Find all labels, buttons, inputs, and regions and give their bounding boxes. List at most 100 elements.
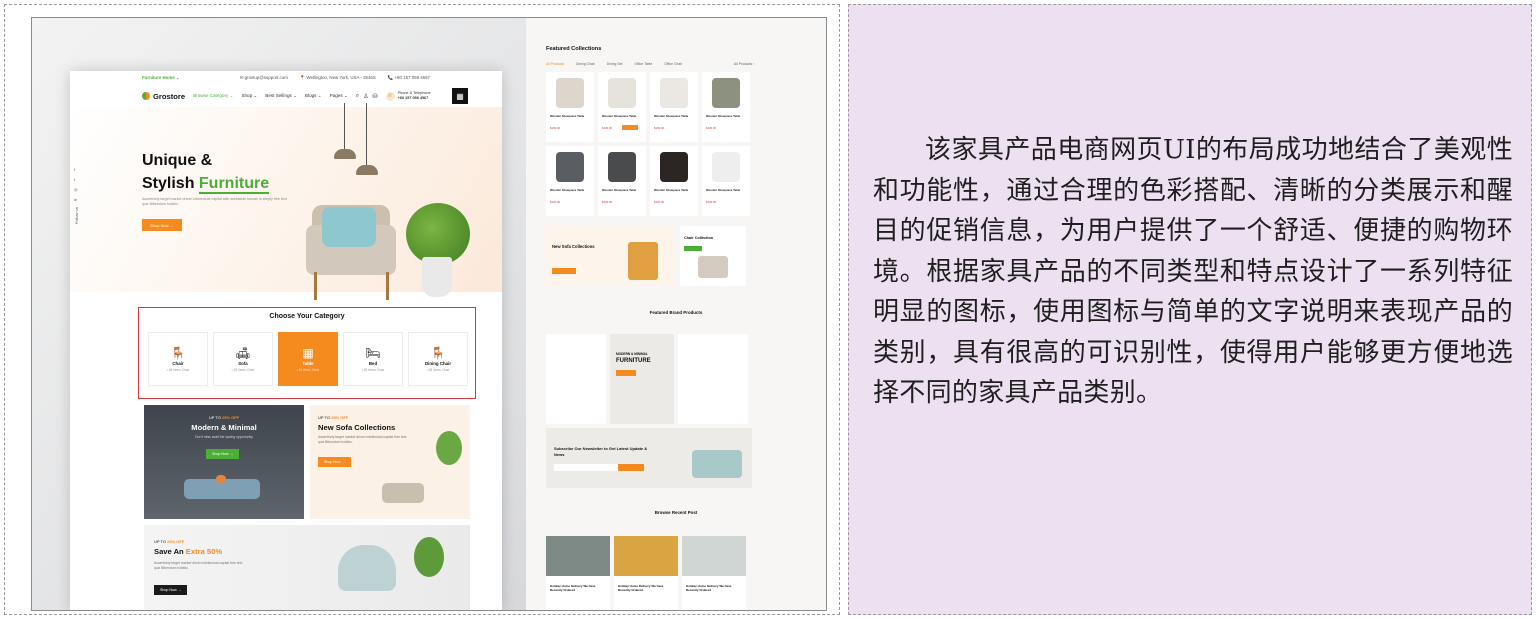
- blog-post-card[interactable]: Holiday Home Delivery We have Recently O…: [614, 536, 678, 610]
- brand-product-list-left: [546, 334, 606, 424]
- menu-grid-button[interactable]: ▦: [452, 88, 468, 104]
- top-phone[interactable]: 📞 +80 157 058 4567: [388, 75, 430, 81]
- nav-best-sellings[interactable]: Best Sellings ⌄: [265, 93, 297, 99]
- tab-dining-chair[interactable]: Dining Chair: [576, 62, 595, 66]
- brand-banner-title: FURNITURE: [616, 358, 651, 364]
- hero-heading-line1: Unique &: [142, 152, 213, 169]
- sofa-collection-promo[interactable]: New Sofa Collections: [546, 226, 676, 286]
- category-name: Sofa: [238, 360, 248, 366]
- product-image: [660, 152, 688, 182]
- facebook-icon[interactable]: f: [74, 167, 79, 172]
- product-card[interactable]: Wooden Showpiece Table $100.00: [598, 72, 646, 142]
- chair-promo-title: Chair Collection: [684, 236, 714, 240]
- category-count: • 28 Items Chair: [166, 367, 190, 372]
- linkedin-icon[interactable]: in: [74, 197, 79, 202]
- product-name: Wooden Showpiece Table: [654, 188, 689, 192]
- plant-pot: [422, 257, 452, 297]
- category-list: 🪑 Chair • 28 Items Chair 🛋 Sofa • 28 Items C…: [148, 332, 468, 386]
- product-card[interactable]: Wooden Showpiece Table $100.00: [702, 146, 750, 216]
- instagram-icon[interactable]: ◎: [74, 187, 79, 192]
- hero-heading: Unique & Stylish Furniture: [142, 149, 270, 195]
- subscribe-button[interactable]: [618, 464, 644, 471]
- banner-shop-now-button[interactable]: Shop Now →: [154, 585, 188, 595]
- product-image: [712, 152, 740, 182]
- blog-post-card[interactable]: Holiday Home Delivery We have Recently O…: [546, 536, 610, 610]
- nav-pages[interactable]: Pages ⌄: [330, 93, 348, 99]
- cart-icon[interactable]: ⛁: [373, 93, 378, 100]
- product-price: $100.00: [654, 200, 665, 204]
- banner-shop-now-button[interactable]: Shop Now →: [206, 449, 240, 459]
- pendant-lamp-icon: [356, 165, 378, 175]
- banner-kicker: UP TO 25% OFF: [318, 415, 349, 420]
- product-card[interactable]: Wooden Showpiece Table $100.00: [702, 72, 750, 142]
- all-products-link[interactable]: All Products ›: [734, 62, 754, 66]
- product-card[interactable]: Wooden Showpiece Table $100.00: [546, 72, 594, 142]
- newsletter-section: Subscribe Our Newsletter to Get Latest U…: [546, 428, 752, 488]
- twitter-icon[interactable]: t: [74, 177, 79, 182]
- pendant-lamp-cord: [366, 103, 367, 165]
- nav-shop[interactable]: Shop ⌄: [241, 93, 257, 99]
- featured-collections-title: Featured Collections: [546, 46, 602, 52]
- modern-minimal-banner[interactable]: UP TO 25% OFF Modern & Minimal Don't mis…: [144, 405, 304, 519]
- product-card[interactable]: Wooden Showpiece Table $100.00: [546, 146, 594, 216]
- product-price: $100.00: [706, 200, 717, 204]
- brand-banner-button[interactable]: [616, 370, 636, 376]
- table-icon: ▦: [302, 345, 314, 360]
- cushion-image: [216, 475, 226, 483]
- brand-logo[interactable]: Grostore: [142, 92, 185, 101]
- hero-heading-accent: Furniture: [198, 175, 270, 195]
- search-icon[interactable]: ⌕: [356, 93, 359, 100]
- product-listing-page: Featured Collections All Products Dining…: [526, 18, 826, 610]
- brand-banner[interactable]: MODERN & MINIMAL FURNITURE: [610, 334, 674, 424]
- nav-browse-category[interactable]: Browse Category ⌄: [193, 93, 233, 99]
- nav-blogs[interactable]: Blogs ⌄: [305, 93, 322, 99]
- tab-office-table[interactable]: Office Table: [634, 62, 652, 66]
- category-count: • 28 Items Table: [296, 367, 320, 372]
- brand-products-title: Featured Brand Products: [649, 310, 703, 315]
- description-text: 该家具产品电商网页UI的布局成功地结合了美观性和功能性，通过合理的色彩搭配、清晰…: [873, 135, 1513, 408]
- follow-label: Follow on: [74, 207, 79, 225]
- category-chair[interactable]: 🪑 Chair • 28 Items Chair: [148, 332, 208, 386]
- product-card[interactable]: Wooden Showpiece Table $100.00: [598, 146, 646, 216]
- product-name: Wooden Showpiece Table: [602, 188, 637, 192]
- brand-banner-kicker: MODERN & MINIMAL: [616, 352, 648, 356]
- recent-post-title: Browse Recent Post: [654, 510, 698, 515]
- product-image: [608, 78, 636, 108]
- tab-dining-set[interactable]: Dining Set: [607, 62, 623, 66]
- banner-kicker: UP TO 25% OFF: [154, 539, 185, 544]
- chair-promo-button[interactable]: [684, 246, 702, 251]
- category-table[interactable]: ▦ Table • 28 Items Table: [278, 332, 338, 386]
- tab-all-products[interactable]: All Products: [546, 62, 564, 66]
- product-card[interactable]: Wooden Showpiece Table $100.00: [650, 146, 698, 216]
- category-name: Dining Chair: [424, 360, 452, 366]
- phone-icon: ✆: [385, 91, 395, 101]
- user-icon[interactable]: ♙: [363, 93, 368, 100]
- category-sofa[interactable]: 🛋 Sofa • 28 Items Chair: [213, 332, 273, 386]
- category-bed[interactable]: 🛏 Bed • 28 Items Chair: [343, 332, 403, 386]
- save-extra-banner[interactable]: UP TO 25% OFF Save An Extra 50% Assertiv…: [144, 525, 470, 610]
- sofa-promo-button[interactable]: [552, 268, 576, 274]
- category-count: • 28 Items Chair: [426, 367, 450, 372]
- banner-title: New Sofa Collections: [318, 423, 396, 432]
- product-image: [608, 152, 636, 182]
- product-name: Wooden Showpiece Table: [550, 188, 585, 192]
- product-name: Wooden Showpiece Table: [654, 114, 689, 118]
- hero-shop-now-button[interactable]: Shop Now →: [142, 219, 182, 231]
- furniture-home-link[interactable]: Furniture Home ⌄: [142, 75, 180, 81]
- newsletter-text: Subscribe Our Newsletter to Get Latest U…: [554, 446, 648, 457]
- support-email[interactable]: ✉ grostup@support.com: [240, 75, 288, 81]
- tab-office-chair[interactable]: Office Chair: [664, 62, 682, 66]
- add-to-cart-button[interactable]: [622, 125, 638, 130]
- nav-phone[interactable]: ✆ Phone & Telephone +80 157 058 4567: [385, 91, 431, 101]
- sofa-collection-banner[interactable]: UP TO 25% OFF New Sofa Collections Asser…: [310, 405, 470, 519]
- category-dining-chair[interactable]: 🪑 Dining Chair • 28 Items Chair: [408, 332, 468, 386]
- screenshot-panel: Featured Collections All Products Dining…: [4, 4, 840, 615]
- phone-number: +80 157 058 4567: [397, 96, 429, 100]
- store-address: 📍 Wellington, New York, USA - 2546S: [299, 75, 376, 80]
- product-image: [660, 78, 688, 108]
- banner-shop-now-button[interactable]: Shop Now →: [318, 457, 352, 467]
- chair-collection-promo[interactable]: Chair Collection: [680, 226, 746, 286]
- blog-post-card[interactable]: Holiday Home Delivery We have Recently O…: [682, 536, 746, 610]
- nav-icons: ⌕ ♙ ⛁: [356, 93, 378, 100]
- product-card[interactable]: Wooden Showpiece Table $100.00: [650, 72, 698, 142]
